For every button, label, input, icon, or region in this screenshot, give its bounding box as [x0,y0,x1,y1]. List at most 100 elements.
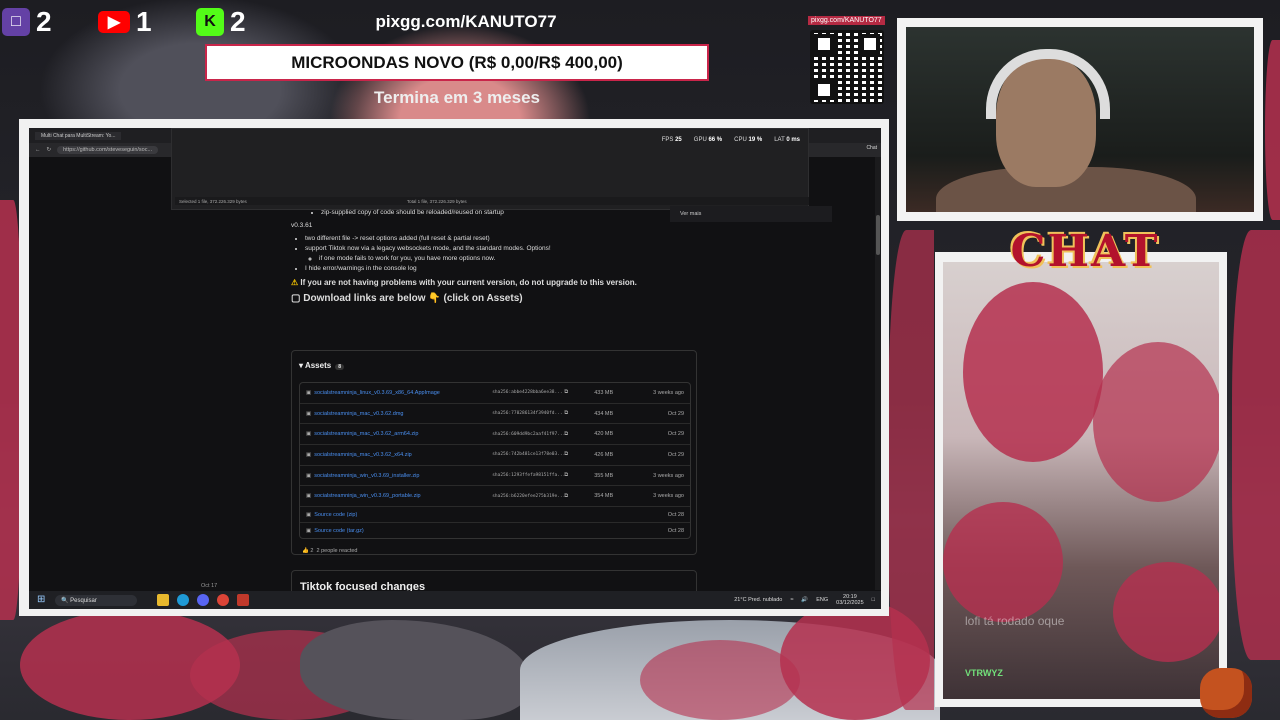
copy-icon[interactable]: ⧉ [564,451,594,458]
windows-start-icon[interactable]: ⊞ [37,595,47,605]
package-icon: ▣ [306,431,312,438]
clock[interactable]: 20:19 03/12/2025 [836,594,864,606]
chat-username: VTRWYZ [965,668,1003,678]
mascot-icon [1200,668,1252,718]
language[interactable]: ENG [816,597,828,603]
table-row[interactable]: ▣ socialstreamninja_linux_v0.3.69_x86_64… [300,383,690,404]
table-row[interactable]: ▣ socialstreamninja_mac_v0.3.62_x64.zip s… [300,445,690,466]
release-version: v0.3.61 [291,222,313,229]
assets-table: ▣ socialstreamninja_linux_v0.3.69_x86_64… [299,382,691,540]
goal-ends: Termina em 3 meses [374,88,540,107]
files-app-icon[interactable] [156,594,169,606]
table-row[interactable]: ▣ Source code (tar.gz) Oct 28 [300,523,690,538]
scrollbar[interactable] [875,157,881,590]
asset-size: 433 MB [594,389,614,396]
youtube-count: 1 [136,6,152,37]
asset-name-link[interactable]: Source code (zip) [314,512,492,518]
warning-icon: ⚠ [291,278,299,287]
windows-taskbar: ⊞ 🔍 Pesquisar 21°C Pred. nublado ≈ 🔊 ENG… [29,591,881,609]
asset-size: 434 MB [594,410,614,417]
taskbar-search[interactable]: 🔍 Pesquisar [55,594,137,606]
release-note-item: support Tiktok now via a legacy websocke… [305,245,711,262]
system-tray: 21°C Pred. nublado ≈ 🔊 ENG 20:19 03/12/20… [734,591,875,609]
package-icon: ▣ [306,472,312,479]
asset-sha: sha256:770286134f3940fd... [492,411,563,417]
youtube-counter: ▶ 1 [98,6,152,38]
asset-name-link[interactable]: socialstreamninja_linux_v0.3.69_x86_64.A… [314,390,492,396]
asset-size: 420 MB [594,431,614,438]
youtube-icon: ▶ [98,11,130,33]
weather[interactable]: 21°C Pred. nublado [734,597,782,603]
twitch-icon: □ [2,8,30,36]
twitch-counter: □ 2 [2,6,52,38]
package-icon: ▣ [306,493,312,500]
asset-date: Oct 29 [667,451,684,458]
table-row[interactable]: ▣ socialstreamninja_win_v0.3.69_installe… [300,466,690,487]
asset-name-link[interactable]: socialstreamninja_mac_v0.3.62_x64.zip [314,452,492,458]
url-field[interactable]: https://github.com/steveseguin/soc... [57,146,159,154]
package-icon: ▣ [306,451,312,458]
reactions[interactable]: 👍 2 2 people reacted [302,548,358,554]
gpu-stat: GPU 66 % [693,137,723,143]
fps-stat: FPS 25 [661,137,682,143]
donation-goal: MICROONDAS NOVO (R$ 0,00/R$ 400,00) [205,44,709,81]
chat-button[interactable]: Chat [866,145,877,151]
app-icon[interactable] [236,594,249,606]
edge-icon[interactable] [176,594,189,606]
twitch-count: 2 [36,6,52,37]
release-note-item: two different file -> reset options adde… [305,235,711,242]
asset-date: 3 weeks ago [653,493,684,500]
asset-date: 3 weeks ago [653,389,684,396]
next-release-date: Oct 17 [201,583,218,589]
wifi-icon[interactable]: ≈ [790,597,793,603]
qr-code-icon [810,30,884,104]
assets-toggle[interactable]: ▾ Assets 8 [299,361,344,370]
kick-icon: K [196,8,224,36]
release-sub-note: if one mode fails to work for you, you h… [319,255,711,262]
asset-name-link[interactable]: socialstreamninja_win_v0.3.69_installer.… [314,473,492,479]
thumbs-up-icon[interactable]: 👍 [302,548,309,554]
kick-count: 2 [230,6,246,37]
notification-icon[interactable]: □ [872,597,875,603]
status-selected: Selected 1 file, 372.226.329 bytes [179,198,247,204]
table-row[interactable]: ▣ socialstreamninja_mac_v0.3.62.dmg sha25… [300,404,690,425]
status-total: Total 1 file, 372.226.329 bytes [406,198,467,204]
table-row[interactable]: ▣ socialstreamninja_mac_v0.3.62_arm64.zi… [300,424,690,446]
reload-icon[interactable]: ↻ [47,147,52,153]
box-icon: ▢ [291,293,301,304]
asset-sha: sha256:742b481ce13f78e03... [492,452,566,458]
browser-tab[interactable]: Multi Chat para MultiStream: Yo... [35,131,122,140]
copy-icon[interactable]: ⧉ [564,431,594,438]
asset-name-link[interactable]: socialstreamninja_mac_v0.3.62_arm64.zip [314,431,492,437]
taskbar-apps [156,594,249,606]
volume-icon[interactable]: 🔊 [801,597,808,603]
asset-name-link[interactable]: socialstreamninja_win_v0.3.69_portable.z… [314,493,492,499]
caret-down-icon[interactable]: ▾ [299,361,303,370]
asset-sha: sha256:609dd9bc2aaf41f97... [492,431,566,437]
asset-sha: sha256:b6220efee275b319e... [492,493,566,499]
chat-title: CHAT [1010,226,1160,277]
asset-name-link[interactable]: socialstreamninja_mac_v0.3.62.dmg [314,411,492,417]
file-status-bar: Selected 1 file, 372.226.329 bytes Total… [175,197,809,205]
chat-message: lofi tá rodado oque [965,614,1065,628]
asset-name-link[interactable]: Source code (tar.gz) [314,528,492,534]
table-row[interactable]: ▣ socialstreamninja_win_v0.3.69_portable… [300,486,690,508]
package-icon: ▣ [306,527,312,534]
package-icon: ▣ [306,511,312,518]
asset-sha: sha256:1293ffefa98151ffa... [492,473,566,479]
chrome-icon[interactable] [216,594,229,606]
asset-date: Oct 28 [667,511,684,518]
copy-icon[interactable]: ⧉ [564,472,594,479]
lat-stat: LAT 0 ms [774,137,800,143]
discord-icon[interactable] [196,594,209,606]
webcam-video [906,27,1254,212]
copy-icon[interactable]: ⧉ [564,389,594,396]
copy-icon[interactable]: ⧉ [564,493,594,500]
qr-label: pixgg.com/KANUTO77 [808,16,885,25]
back-icon[interactable]: ← [35,147,41,153]
table-row[interactable]: ▣ Source code (zip) Oct 28 [300,507,690,524]
release-note-item: zip-supplied copy of code should be relo… [321,209,711,216]
asset-date: Oct 29 [667,410,684,417]
asset-date: 3 weeks ago [653,472,684,479]
copy-icon[interactable]: ⧉ [564,410,594,417]
